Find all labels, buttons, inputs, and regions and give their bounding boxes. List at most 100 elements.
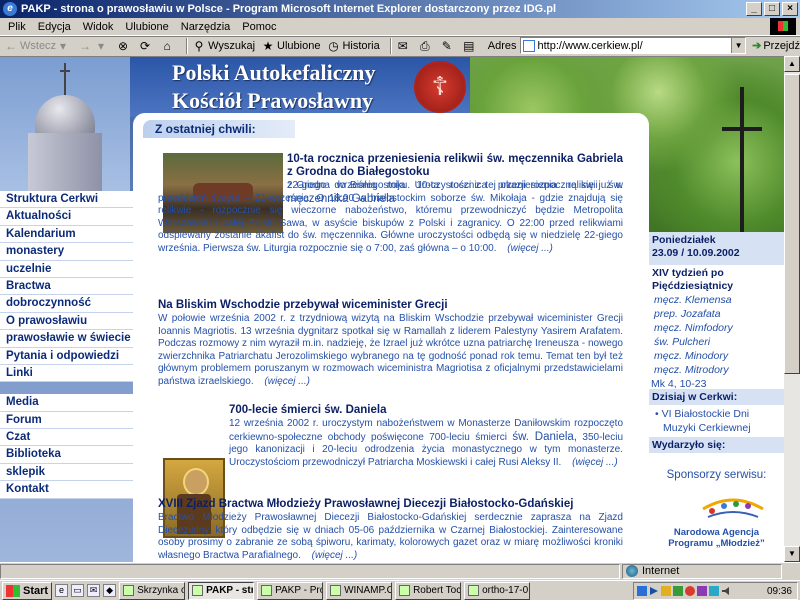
back-label: Wstecz (20, 39, 57, 52)
menu-favorites[interactable]: Ulubione (125, 21, 168, 33)
search-label: Wyszukaj (208, 39, 256, 52)
task-button-winamp[interactable]: WINAMP.C... (326, 581, 393, 600)
favorites-button[interactable]: ★ Ulubione (261, 39, 321, 53)
saint-item[interactable]: męcz. Mitrodory (654, 363, 784, 377)
scroll-thumb[interactable] (784, 74, 800, 374)
nav-item-structure[interactable]: Struktura Cerkwi (0, 191, 133, 209)
start-button[interactable]: Start (2, 581, 53, 600)
sponsor-logo-icon[interactable] (698, 489, 768, 521)
read-more-link[interactable]: (więcej ...) (312, 550, 358, 561)
refresh-button[interactable]: ⟳ (138, 39, 154, 53)
tray-app-icon[interactable] (697, 586, 707, 596)
nav-item-monasteries[interactable]: monastery (0, 243, 133, 261)
site-title[interactable]: Polski Autokefaliczny Kościół Prawosławn… (172, 59, 376, 115)
saint-item[interactable]: męcz. Minodory (654, 349, 784, 363)
article-title[interactable]: Na Bliskim Wschodzie przebywał wiceminis… (158, 299, 623, 312)
print-button[interactable]: ⎙ (418, 39, 434, 53)
mail-button[interactable]: ✉ (396, 39, 412, 53)
saint-item[interactable]: męcz. Klemensa (654, 293, 784, 307)
ie-icon (261, 585, 273, 596)
history-button[interactable]: ◷ Historia (326, 39, 380, 53)
task-button-inbox[interactable]: Skrzynka o... (119, 581, 186, 600)
nav-item-shop[interactable]: sklepik (0, 463, 133, 482)
toolbar-separator (389, 37, 392, 54)
article-title[interactable]: 10-ta rocznica przeniesienia relikwii św… (287, 153, 623, 179)
today-header: Dzisiaj w Cerkwi: (649, 389, 784, 405)
discuss-button[interactable]: ▤ (462, 39, 478, 53)
quicklaunch-app-icon[interactable]: ◆ (103, 584, 117, 597)
vertical-scrollbar[interactable]: ▲ ▼ (784, 56, 800, 562)
nav-item-contact[interactable]: Kontakt (0, 481, 133, 499)
address-bar[interactable]: http://www.cerkiew.pl/ ▼ (519, 37, 747, 54)
nav-item-library[interactable]: Biblioteka (0, 446, 133, 464)
back-button[interactable]: ← Wstecz ▾ (4, 39, 72, 53)
menu-view[interactable]: Widok (83, 21, 114, 33)
task-button-robert[interactable]: Robert Toc... (395, 581, 462, 600)
home-button[interactable]: ⌂ (160, 39, 176, 53)
task-button-pakp[interactable]: PAKP - Pro... (257, 581, 324, 600)
task-label: Skrzynka o... (137, 584, 184, 596)
tray-play-icon[interactable] (649, 586, 659, 596)
chevron-down-icon[interactable]: ▼ (731, 38, 746, 53)
nav-item-news[interactable]: Aktualności (0, 208, 133, 226)
task-label: PAKP - str... (206, 584, 255, 596)
forward-button[interactable]: → ▾ (78, 39, 110, 53)
site-page: Polski Autokefaliczny Kościół Prawosławn… (0, 57, 784, 562)
search-button[interactable]: ⚲ Wyszukaj (192, 39, 255, 53)
article-title[interactable]: XVIII Zjazd Bractwa Młodzieży Prawosławn… (158, 498, 623, 511)
scroll-up-icon[interactable]: ▲ (784, 56, 800, 72)
nav-item-calendar[interactable]: Kalendarium (0, 225, 133, 244)
menu-tools[interactable]: Narzędzia (181, 21, 231, 33)
task-button-ortho[interactable]: ortho-17-0... (464, 581, 531, 600)
nav-item-links[interactable]: Linki (0, 364, 133, 383)
nav-item-schools[interactable]: uczelnie (0, 260, 133, 278)
maximize-button[interactable]: □ (764, 2, 780, 16)
menu-help[interactable]: Pomoc (242, 21, 276, 33)
sponsor-name[interactable]: Narodowa Agencja Programu „Młodzież” (649, 527, 784, 549)
tray-app-icon[interactable] (685, 586, 695, 596)
nav-item-about-orthodoxy[interactable]: O prawosławiu (0, 312, 133, 331)
refresh-icon: ⟳ (140, 38, 151, 53)
task-button-pakp-active[interactable]: PAKP - str... (188, 581, 255, 600)
nav-item-brotherhoods[interactable]: Bractwa (0, 277, 133, 296)
nav-item-charity[interactable]: dobroczynność (0, 295, 133, 313)
menu-file[interactable]: Plik (8, 21, 26, 33)
go-button[interactable]: ➔ Przejdź (752, 39, 800, 53)
clock[interactable]: 09:36 (767, 586, 792, 597)
chevron-down-icon: ▾ (98, 38, 105, 53)
article-title[interactable]: 700-lecie śmierci św. Daniela (229, 404, 623, 417)
section-title: Z ostatniej chwili: (143, 120, 295, 138)
nav-item-forum[interactable]: Forum (0, 411, 133, 430)
status-message (0, 563, 620, 579)
quicklaunch-mail-icon[interactable]: ✉ (87, 584, 101, 597)
tray-app-icon[interactable] (661, 586, 671, 596)
stop-button[interactable]: ⊗ (116, 39, 132, 53)
menu-edit[interactable]: Edycja (38, 21, 71, 33)
today-event-link[interactable]: • VI Białostockie Dni Muzyki Cerkiewnej (655, 407, 783, 435)
saint-item[interactable]: prep. Jozafata (654, 307, 784, 321)
tray-volume-icon[interactable] (721, 586, 731, 596)
minimize-button[interactable]: _ (746, 2, 762, 16)
read-more-link[interactable]: (więcej ...) (264, 376, 310, 387)
quicklaunch-desktop-icon[interactable]: ▭ (71, 584, 85, 597)
tray-app-icon[interactable] (709, 586, 719, 596)
quicklaunch-ie-icon[interactable]: e (55, 584, 69, 597)
tray-network-icon[interactable] (673, 586, 683, 596)
nav-item-faq[interactable]: Pytania i odpowiedzi (0, 347, 133, 365)
read-more-link[interactable]: (więcej ...) (507, 243, 553, 254)
stop-icon: ⊗ (118, 38, 129, 53)
go-label: Przejdź (763, 39, 800, 52)
close-button[interactable]: × (782, 2, 798, 16)
saint-item[interactable]: św. Pulcheri (654, 335, 784, 349)
edit-button[interactable]: ✎ (440, 39, 456, 53)
nav-item-orthodoxy-world[interactable]: prawosławie w świecie (0, 330, 133, 348)
left-navigation: Struktura Cerkwi Aktualności Kalendarium… (0, 191, 133, 499)
favorites-label: Ulubione (277, 39, 321, 52)
read-more-link[interactable]: (więcej ...) (572, 457, 618, 468)
scroll-down-icon[interactable]: ▼ (784, 546, 800, 562)
nav-item-chat[interactable]: Czat (0, 429, 133, 447)
nav-item-media[interactable]: Media (0, 394, 133, 412)
week-line: Pięćdziesiątnicy (652, 279, 734, 292)
tray-app-icon[interactable] (637, 586, 647, 596)
saint-item[interactable]: męcz. Nimfodory (654, 321, 784, 335)
